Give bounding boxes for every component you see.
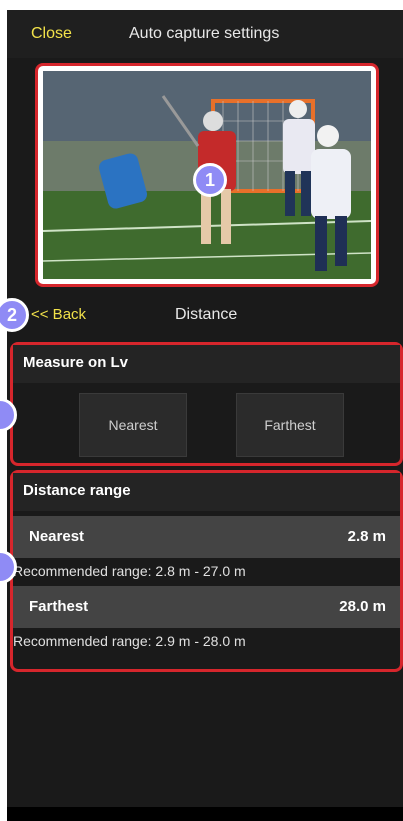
measure-buttons-row: Nearest Farthest xyxy=(13,383,400,464)
nearest-distance-label: Nearest xyxy=(29,528,85,545)
measure-farthest-button[interactable]: Farthest xyxy=(236,393,344,457)
bottom-bar xyxy=(7,807,403,821)
live-view-frame: 1 xyxy=(35,63,379,287)
measure-on-lv-section: Measure on Lv Nearest Farthest xyxy=(10,342,403,466)
live-view-image[interactable]: 1 xyxy=(43,71,371,279)
distance-range-section: Distance range Nearest 2.8 m Recommended… xyxy=(10,470,403,672)
distance-range-title: Distance range xyxy=(13,473,400,511)
distance-heading: Distance xyxy=(175,306,238,323)
farthest-distance-value: 28.0 m xyxy=(339,598,386,615)
farthest-recommended-range: Recommended range: 2.9 m - 28.0 m xyxy=(13,633,246,649)
nearest-distance-value: 2.8 m xyxy=(347,528,386,545)
nav-row: << Back Distance xyxy=(7,300,403,330)
close-button[interactable]: Close xyxy=(31,25,72,43)
farthest-distance-label: Farthest xyxy=(29,598,89,615)
measure-nearest-button[interactable]: Nearest xyxy=(79,393,187,457)
screen-title: Auto capture settings xyxy=(129,25,280,42)
farthest-distance-row[interactable]: Farthest 28.0 m xyxy=(13,586,400,628)
top-bar: Close Auto capture settings xyxy=(7,10,403,58)
nearest-recommended-range: Recommended range: 2.8 m - 27.0 m xyxy=(13,563,246,579)
back-button[interactable]: << Back xyxy=(31,306,86,323)
callout-badge-1: 1 xyxy=(193,163,227,197)
measure-on-lv-title: Measure on Lv xyxy=(13,345,400,383)
app-screen: Close Auto capture settings 1 << Back Di… xyxy=(0,10,403,821)
nearest-distance-row[interactable]: Nearest 2.8 m xyxy=(13,516,400,558)
